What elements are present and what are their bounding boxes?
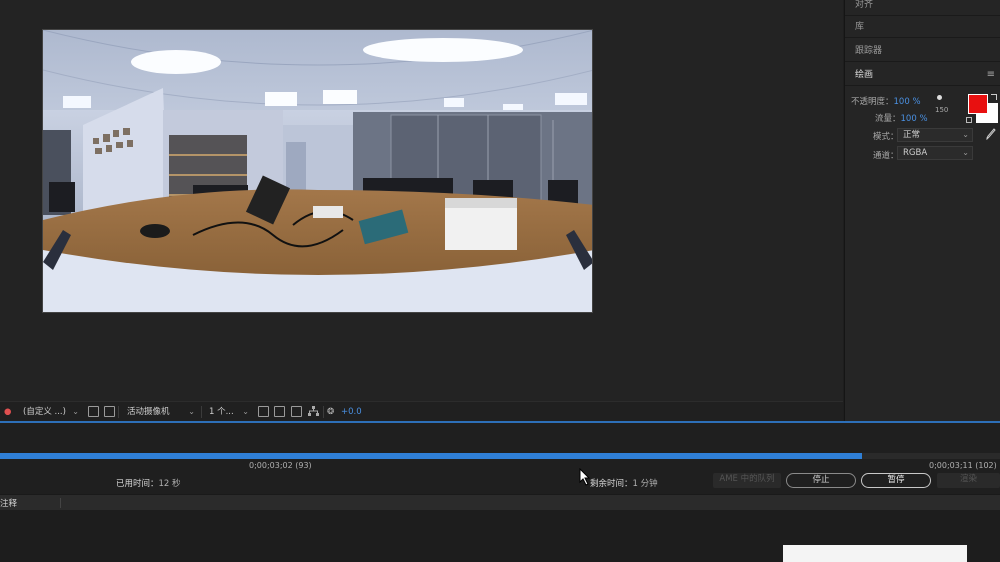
mouse-cursor-icon [579, 467, 591, 489]
transparency-grid-icon[interactable] [104, 406, 115, 417]
comment-column-header[interactable]: 注释 [0, 497, 17, 509]
flow-row: 流量：100 % [875, 114, 928, 124]
brush-size: 150 [935, 106, 949, 114]
exposure-icon[interactable]: ❂ [327, 405, 334, 419]
flow-value[interactable]: 100 % [901, 114, 928, 124]
chevron-down-icon: ⌄ [962, 130, 969, 139]
chevron-down-icon: ⌄ [72, 407, 79, 416]
default-colors-icon[interactable] [966, 117, 972, 123]
queue-column-header: 注释 [0, 494, 1000, 510]
panel-paint[interactable]: 绘画 ≡ [845, 64, 1000, 86]
camera-select[interactable]: 活动摄像机 ⌄ [121, 405, 199, 419]
region-of-interest-icon[interactable] [88, 406, 99, 417]
panel-menu-icon[interactable]: ≡ [987, 64, 995, 86]
channel-select[interactable]: RGBA ⌄ [897, 146, 973, 160]
overlay-box [783, 545, 967, 562]
flowchart-icon[interactable] [308, 406, 319, 417]
render-queue-panel: 0;00;03;02 (93) 0;00;03;11 (102) 已用时间：12… [0, 421, 1000, 562]
foreground-color-swatch[interactable] [968, 94, 988, 114]
remaining-time: 剩余时间：1 分钟 [590, 479, 658, 489]
swap-colors-icon[interactable] [991, 94, 997, 100]
fast-previews-icon[interactable] [274, 406, 285, 417]
resolution-select[interactable]: (自定义 ...) ⌄ [17, 405, 83, 419]
toolbar-divider [201, 406, 202, 418]
elapsed-time: 已用时间：12 秒 [116, 479, 181, 489]
render-button[interactable]: 渲染 [937, 473, 1000, 488]
viewer-toolbar: ● (自定义 ...) ⌄ 活动摄像机 ⌄ 1 个... ⌄ ❂ +0.0 [0, 401, 843, 421]
channel-label: 通道： [873, 151, 899, 161]
right-panel-dock: 对齐 库 跟踪器 绘画 ≡ 不透明度：100 % 流量：100 % 150 模式… [844, 0, 1000, 424]
end-timecode: 0;00;03;11 (102) [929, 461, 997, 470]
pause-button[interactable]: 暂停 [861, 473, 931, 488]
mode-label: 模式： [873, 132, 899, 142]
brush-tip-icon[interactable] [937, 95, 942, 100]
toggle-pixel-aspect-icon[interactable] [258, 406, 269, 417]
eyedropper-icon[interactable] [986, 128, 996, 141]
render-progress-fill [0, 453, 862, 459]
toolbar-divider [118, 406, 119, 418]
column-divider [60, 498, 61, 508]
panel-tracker[interactable]: 跟踪器 [845, 40, 1000, 62]
opacity-value[interactable]: 100 % [894, 97, 921, 107]
render-progress-bar [0, 453, 1000, 459]
chevron-down-icon: ⌄ [242, 407, 249, 416]
panorama-image [43, 30, 592, 312]
timeline-icon[interactable] [291, 406, 302, 417]
exposure-value[interactable]: +0.0 [341, 405, 362, 419]
opacity-row: 不透明度：100 % [851, 97, 921, 107]
chevron-down-icon: ⌄ [962, 148, 969, 157]
current-timecode: 0;00;03;02 (93) [249, 461, 312, 470]
panel-library[interactable]: 库 [845, 16, 1000, 38]
queue-in-ame-button[interactable]: AME 中的队列 [713, 473, 781, 488]
mode-select[interactable]: 正常 ⌄ [897, 128, 973, 142]
composition-viewer[interactable] [0, 0, 843, 401]
stop-button[interactable]: 停止 [786, 473, 856, 488]
views-select[interactable]: 1 个... ⌄ [203, 405, 253, 419]
preview-frame[interactable] [42, 29, 593, 313]
chevron-down-icon: ⌄ [188, 407, 195, 416]
toolbar-divider [323, 406, 324, 418]
color-channel-icon[interactable]: ● [4, 405, 11, 419]
panel-align[interactable]: 对齐 [845, 0, 1000, 16]
